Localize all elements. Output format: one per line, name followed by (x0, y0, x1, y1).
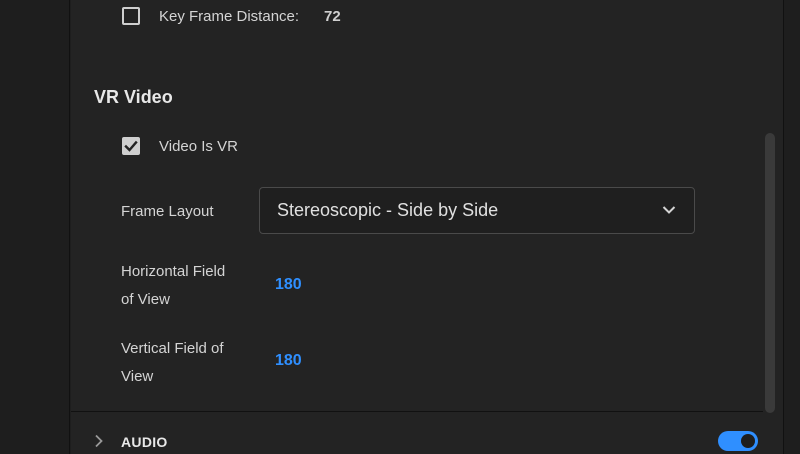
key-frame-distance-label: Key Frame Distance: (159, 8, 300, 25)
scrollbar-thumb[interactable] (765, 133, 775, 413)
vertical-fov-value[interactable]: 180 (275, 352, 302, 370)
vertical-fov-label-line2: View (121, 368, 154, 385)
horizontal-fov-label-line1: Horizontal Field (121, 263, 226, 280)
check-icon (124, 140, 138, 152)
chevron-right-icon[interactable] (94, 434, 104, 448)
vertical-fov-label-line1: Vertical Field of (121, 340, 224, 357)
vertical-fov-label: Vertical Field of View (121, 335, 224, 391)
right-panel-edge (783, 0, 800, 454)
section-divider (71, 411, 763, 412)
frame-layout-selected-value: Stereoscopic - Side by Side (277, 200, 499, 220)
video-is-vr-label: Video Is VR (159, 138, 238, 155)
toggle-knob (741, 434, 755, 448)
audio-section-header[interactable]: AUDIO (121, 434, 168, 450)
key-frame-distance-value[interactable]: 72 (324, 8, 341, 25)
audio-export-toggle[interactable] (718, 431, 758, 451)
horizontal-fov-value[interactable]: 180 (275, 276, 302, 294)
frame-layout-label: Frame Layout (121, 203, 214, 220)
horizontal-fov-label-line2: of View (121, 291, 170, 308)
vr-video-section-title: VR Video (94, 87, 173, 107)
left-panel-edge (0, 0, 70, 454)
key-frame-distance-checkbox[interactable] (122, 7, 140, 25)
video-is-vr-checkbox[interactable] (122, 137, 140, 155)
chevron-down-icon (662, 206, 676, 214)
horizontal-fov-label: Horizontal Field of View (121, 258, 225, 314)
frame-layout-dropdown[interactable]: Stereoscopic - Side by Side (259, 187, 695, 234)
